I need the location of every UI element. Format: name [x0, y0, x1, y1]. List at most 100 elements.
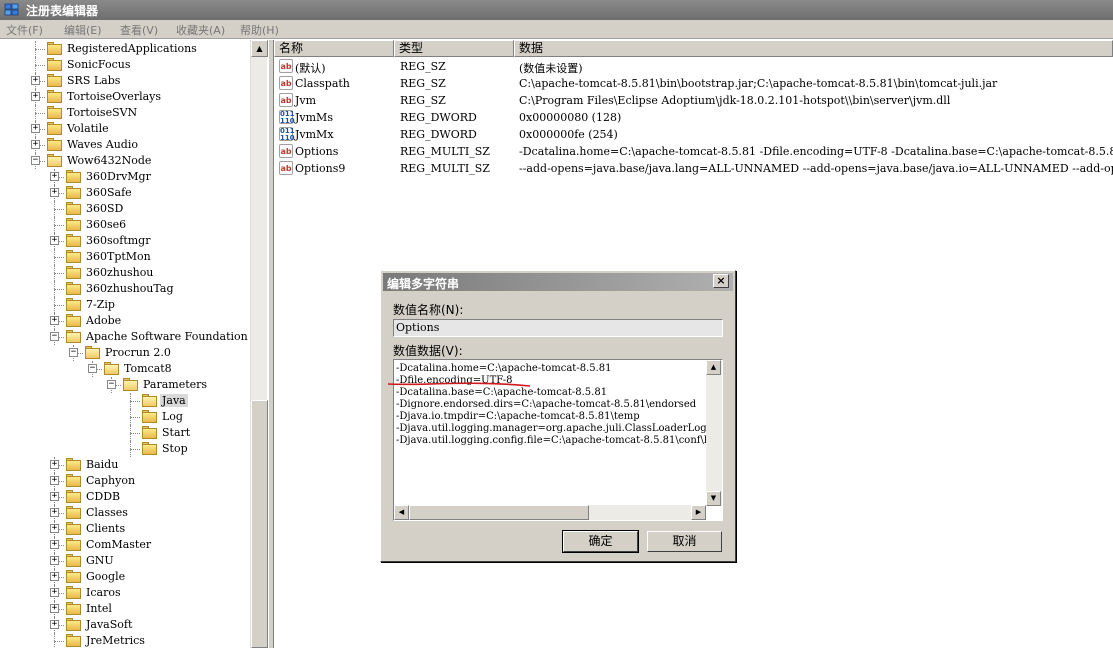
tree-item-label: Icaros	[86, 586, 121, 599]
expand-icon[interactable]: +	[50, 556, 59, 565]
tree-item[interactable]: + SRS Labs	[0, 73, 250, 89]
tree-item-label: Volatile	[67, 122, 109, 135]
expand-icon[interactable]: +	[50, 316, 59, 325]
tree-item[interactable]: + Baidu	[0, 457, 250, 473]
close-icon[interactable]: ×	[713, 274, 729, 288]
column-type[interactable]: 类型	[394, 40, 514, 57]
expand-icon[interactable]: +	[50, 476, 59, 485]
collapse-icon[interactable]: −	[88, 364, 97, 373]
tree-item[interactable]: 7-Zip	[0, 297, 250, 313]
tree-item[interactable]: − Parameters	[0, 377, 250, 393]
tree-item[interactable]: Start	[0, 425, 250, 441]
tree-item[interactable]: − Wow6432Node	[0, 153, 250, 169]
tree-item[interactable]: +360DrvMgr	[0, 169, 250, 185]
menu-file[interactable]: 文件(F)	[6, 22, 43, 38]
value-data-textarea[interactable]: -Dcatalina.home=C:\apache-tomcat-8.5.81-…	[393, 359, 723, 521]
menu-help[interactable]: 帮助(H)	[240, 22, 279, 38]
menu-edit[interactable]: 编辑(E)	[64, 22, 102, 38]
expand-icon[interactable]: +	[50, 492, 59, 501]
scroll-up-arrow-icon[interactable]: ▲	[706, 360, 721, 375]
tree-item[interactable]: + Adobe	[0, 313, 250, 329]
expand-icon[interactable]: +	[31, 124, 40, 133]
tree-item[interactable]: + ComMaster	[0, 537, 250, 553]
tree-item[interactable]: − Apache Software Foundation	[0, 329, 250, 345]
collapse-icon[interactable]: −	[50, 332, 59, 341]
ok-button[interactable]: 确定	[562, 530, 639, 553]
tree-item[interactable]: JreMetrics	[0, 633, 250, 648]
tree-item[interactable]: 360zhushouTag	[0, 281, 250, 297]
folder-icon	[47, 106, 62, 119]
tree-scroll-thumb[interactable]	[251, 400, 268, 648]
expand-icon[interactable]: +	[50, 460, 59, 469]
tree-item[interactable]: + Volatile	[0, 121, 250, 137]
tree-item[interactable]: + Google	[0, 569, 250, 585]
tree-item[interactable]: +360softmgr	[0, 233, 250, 249]
value-row[interactable]: ab Classpath REG_SZ C:\apache-tomcat-8.5.81…	[274, 75, 1113, 92]
scroll-left-arrow-icon[interactable]: ◀	[394, 505, 409, 520]
tree-item[interactable]: + GNU	[0, 553, 250, 569]
value-data-lines[interactable]: -Dcatalina.home=C:\apache-tomcat-8.5.81-…	[396, 363, 706, 499]
expand-icon[interactable]: +	[31, 76, 40, 85]
tree-item[interactable]: + Intel	[0, 601, 250, 617]
scroll-down-arrow-icon[interactable]: ▼	[706, 491, 721, 506]
value-row[interactable]: ab Options REG_MULTI_SZ -Dcatalina.home=C:\…	[274, 143, 1113, 160]
scroll-up-arrow-icon[interactable]: ▲	[251, 40, 268, 57]
tree-item[interactable]: 360SD	[0, 201, 250, 217]
tree-item[interactable]: 360se6	[0, 217, 250, 233]
menu-view[interactable]: 查看(V)	[120, 22, 158, 38]
column-name[interactable]: 名称	[274, 40, 394, 57]
tree-item[interactable]: + TortoiseOverlays	[0, 89, 250, 105]
tree-item[interactable]: + Classes	[0, 505, 250, 521]
expand-icon[interactable]: +	[31, 92, 40, 101]
menu-favorites[interactable]: 收藏夹(A)	[176, 22, 225, 38]
tree-item[interactable]: + Caphyon	[0, 473, 250, 489]
tree-item[interactable]: Stop	[0, 441, 250, 457]
cancel-button[interactable]: 取消	[647, 531, 722, 552]
expand-icon[interactable]: +	[50, 188, 59, 197]
expand-icon[interactable]: +	[50, 236, 59, 245]
collapse-icon[interactable]: −	[69, 348, 78, 357]
expand-icon[interactable]: +	[50, 588, 59, 597]
tree-item[interactable]: SonicFocus	[0, 57, 250, 73]
tree-item[interactable]: Java	[0, 393, 250, 409]
horizontal-scroll-thumb[interactable]	[409, 505, 589, 520]
tree-item[interactable]: Log	[0, 409, 250, 425]
tree-item[interactable]: 360zhushou	[0, 265, 250, 281]
expand-icon[interactable]: +	[50, 540, 59, 549]
column-data[interactable]: 数据	[514, 40, 1113, 57]
tree-item[interactable]: RegisteredApplications	[0, 41, 250, 57]
value-data: -Dcatalina.home=C:\apache-tomcat-8.5.81 …	[519, 145, 1113, 158]
value-row[interactable]: ab (默认) REG_SZ (数值未设置)	[274, 58, 1113, 75]
tree-item[interactable]: + JavaSoft	[0, 617, 250, 633]
collapse-icon[interactable]: −	[31, 156, 40, 165]
tree-item[interactable]: +360Safe	[0, 185, 250, 201]
tree-item[interactable]: + CDDB	[0, 489, 250, 505]
string-value-icon: ab	[279, 144, 293, 158]
data-vertical-scrollbar[interactable]: ▲ ▼	[706, 360, 722, 506]
value-row[interactable]: ab Jvm REG_SZ C:\Program Files\Eclipse Adop…	[274, 92, 1113, 109]
value-row[interactable]: ab Options9 REG_MULTI_SZ --add-opens=java.b…	[274, 160, 1113, 177]
tree-scrollbar[interactable]: ▲	[250, 40, 268, 648]
collapse-icon[interactable]: −	[107, 380, 116, 389]
value-row[interactable]: 011 110 JvmMx REG_DWORD 0x000000fe (254)	[274, 126, 1113, 143]
tree-item[interactable]: + Waves Audio	[0, 137, 250, 153]
tree-item[interactable]: TortoiseSVN	[0, 105, 250, 121]
menu-bar: 文件(F) 编辑(E) 查看(V) 收藏夹(A) 帮助(H)	[0, 20, 1113, 39]
value-name-field[interactable]: Options	[393, 319, 723, 337]
data-horizontal-scrollbar[interactable]: ◀ ▶	[394, 505, 706, 520]
tree-item[interactable]: − Tomcat8	[0, 361, 250, 377]
expand-icon[interactable]: +	[50, 572, 59, 581]
tree-item[interactable]: 360TptMon	[0, 249, 250, 265]
expand-icon[interactable]: +	[50, 508, 59, 517]
expand-icon[interactable]: +	[50, 172, 59, 181]
expand-icon[interactable]: +	[50, 604, 59, 613]
tree-item[interactable]: + Icaros	[0, 585, 250, 601]
tree-item[interactable]: − Procrun 2.0	[0, 345, 250, 361]
scroll-right-arrow-icon[interactable]: ▶	[691, 505, 706, 520]
value-row[interactable]: 011 110 JvmMs REG_DWORD 0x00000080 (128)	[274, 109, 1113, 126]
expand-icon[interactable]: +	[50, 524, 59, 533]
expand-icon[interactable]: +	[31, 140, 40, 149]
tree-item[interactable]: + Clients	[0, 521, 250, 537]
registry-tree[interactable]: RegisteredApplications SonicFocus + SRS Lab…	[0, 40, 268, 648]
expand-icon[interactable]: +	[50, 620, 59, 629]
